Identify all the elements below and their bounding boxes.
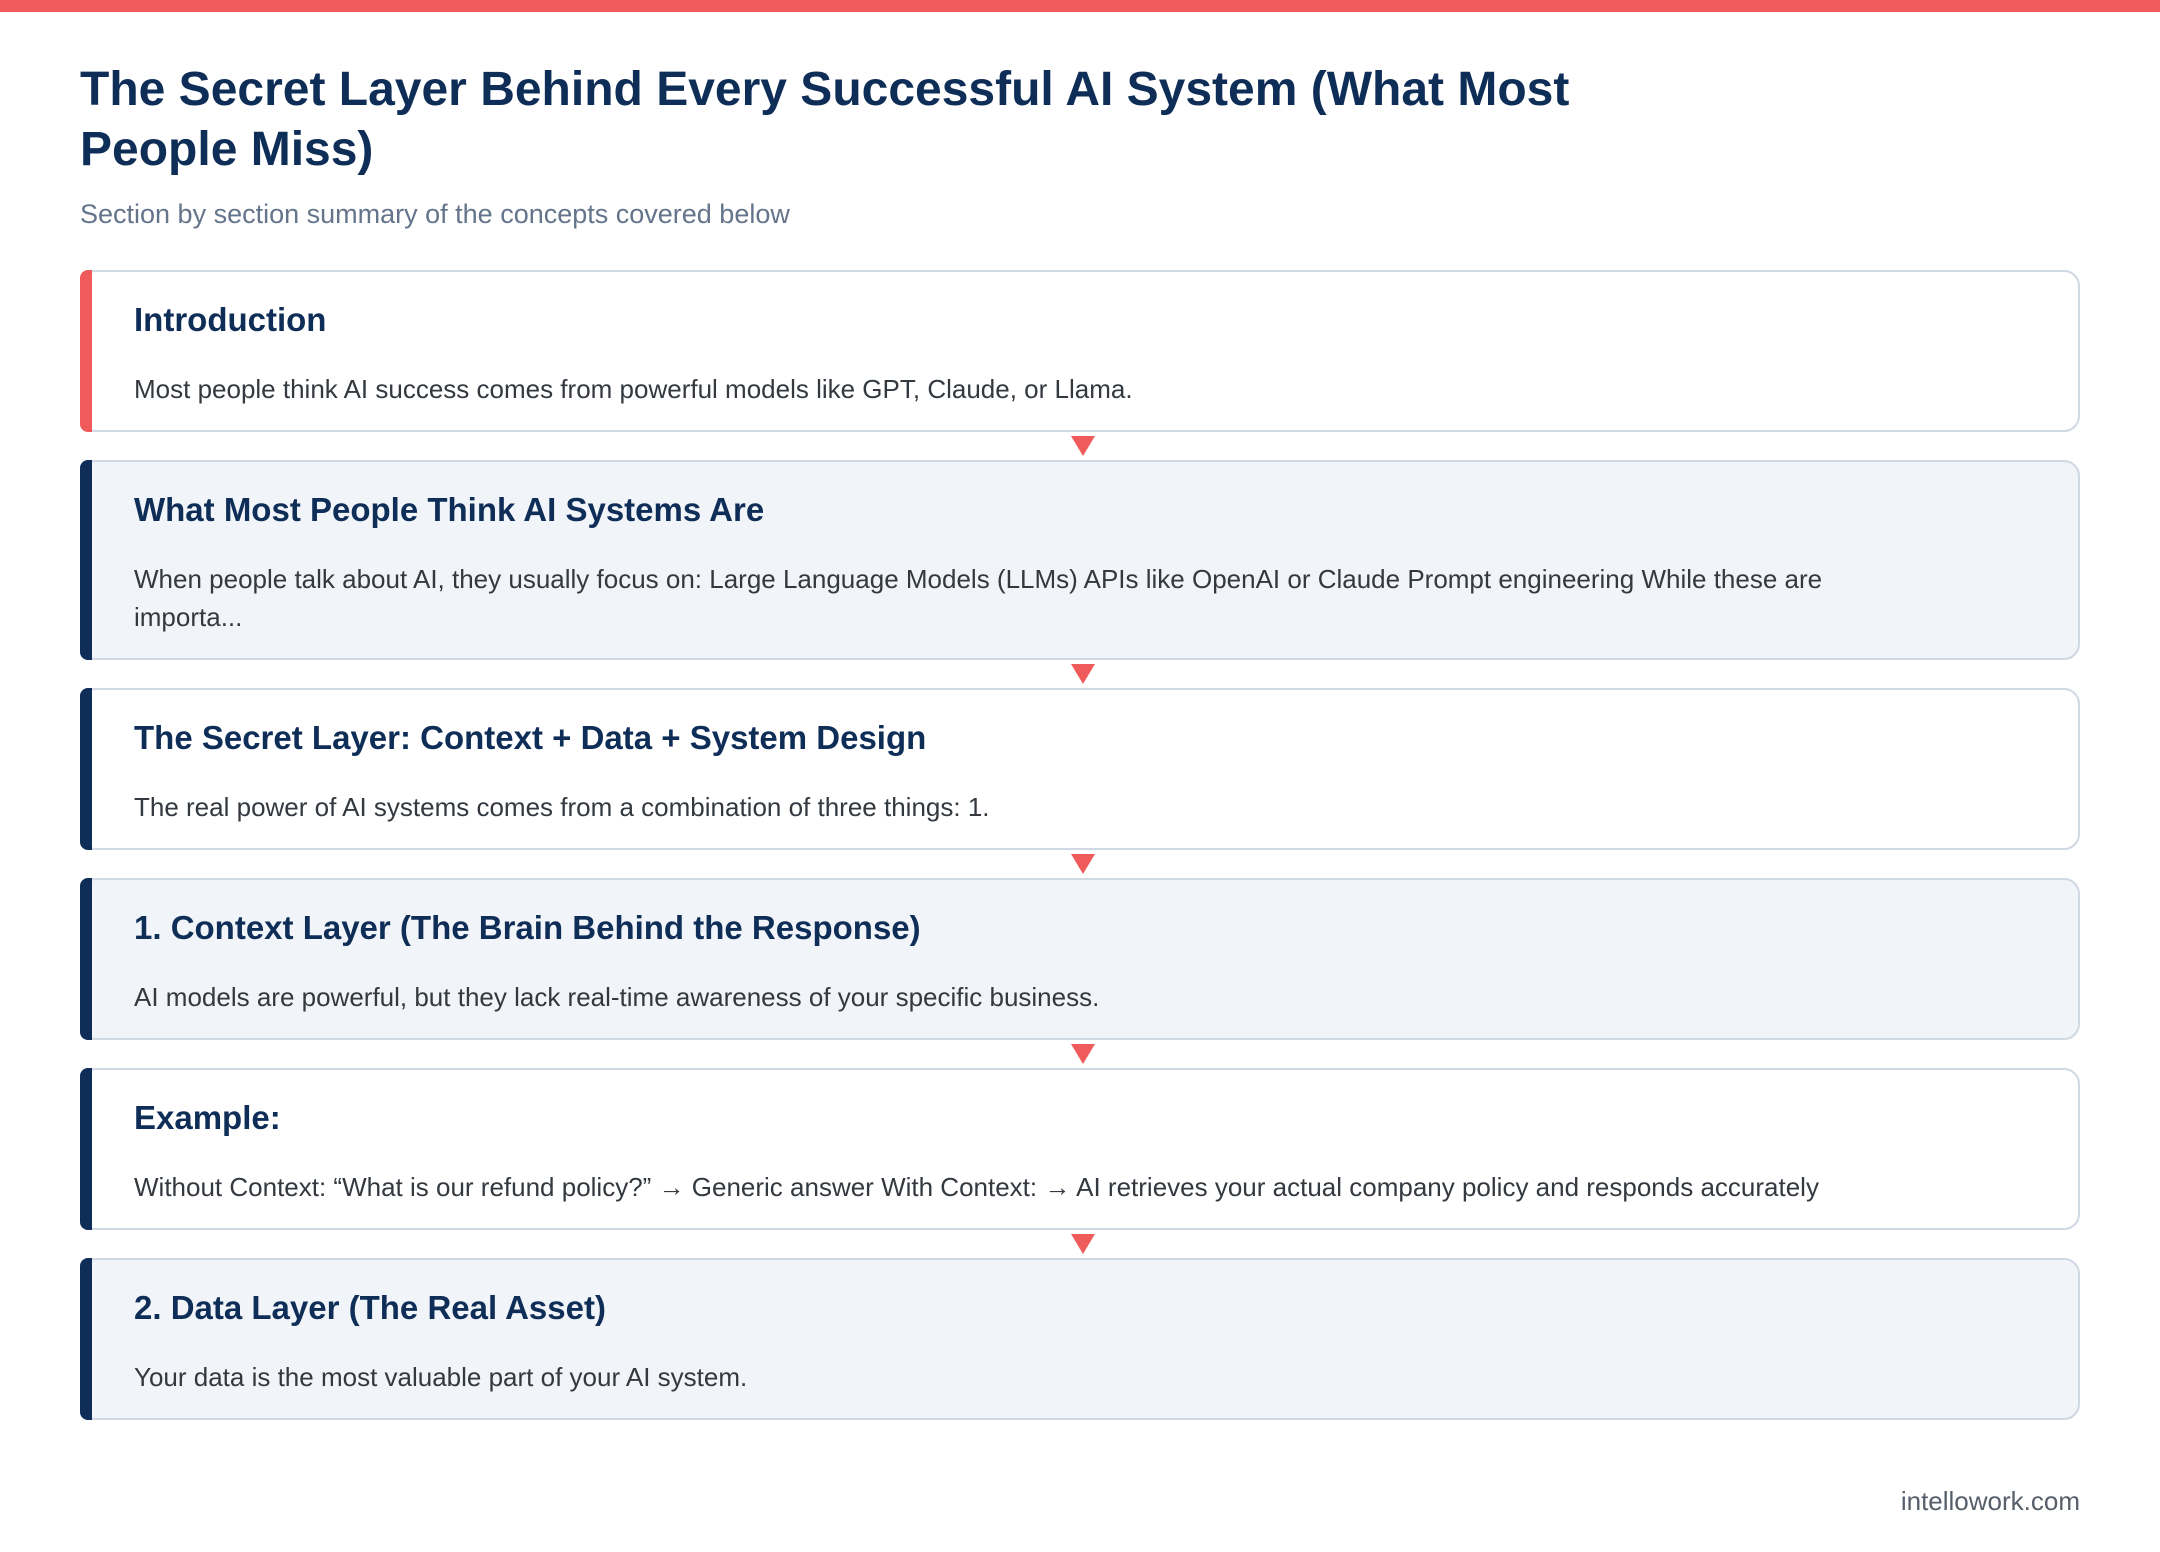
footer-site-link[interactable]: intellowork.com	[1901, 1486, 2080, 1517]
flow-connector	[80, 432, 2080, 460]
page: The Secret Layer Behind Every Successful…	[80, 60, 2080, 1420]
section-title: 2. Data Layer (The Real Asset)	[134, 1289, 606, 1326]
section-summary: AI models are powerful, but they lack re…	[134, 982, 1100, 1012]
section-card-data-layer: 2. Data Layer (The Real Asset) Your data…	[80, 1258, 2080, 1420]
section-summary: Without Context: “What is our refund pol…	[134, 1172, 1819, 1202]
section-title: Introduction	[134, 301, 327, 338]
page-title: The Secret Layer Behind Every Successful…	[80, 63, 1570, 176]
section-summary: The real power of AI systems comes from …	[134, 792, 990, 822]
section-summary: When people talk about AI, they usually …	[134, 564, 1823, 632]
flow-connector	[80, 660, 2080, 688]
section-card-secret-layer: The Secret Layer: Context + Data + Syste…	[80, 688, 2080, 850]
section-list: Introduction Most people think AI succes…	[80, 270, 2080, 1420]
section-summary: Most people think AI success comes from …	[134, 374, 1133, 404]
page-subtitle: Section by section summary of the concep…	[80, 199, 790, 229]
arrow-down-icon	[1071, 1234, 1095, 1254]
top-accent-bar	[0, 0, 2160, 12]
flow-connector	[80, 1040, 2080, 1068]
section-title: Example:	[134, 1099, 281, 1136]
section-title: 1. Context Layer (The Brain Behind the R…	[134, 909, 921, 946]
section-card-what-people-think: What Most People Think AI Systems Are Wh…	[80, 460, 2080, 660]
flow-connector	[80, 850, 2080, 878]
arrow-down-icon	[1071, 436, 1095, 456]
arrow-down-icon	[1071, 1044, 1095, 1064]
arrow-down-icon	[1071, 854, 1095, 874]
section-title: What Most People Think AI Systems Are	[134, 491, 765, 528]
section-title: The Secret Layer: Context + Data + Syste…	[134, 719, 927, 756]
flow-connector	[80, 1230, 2080, 1258]
section-card-example: Example: Without Context: “What is our r…	[80, 1068, 2080, 1230]
section-card-introduction: Introduction Most people think AI succes…	[80, 270, 2080, 432]
arrow-down-icon	[1071, 664, 1095, 684]
section-card-context-layer: 1. Context Layer (The Brain Behind the R…	[80, 878, 2080, 1040]
section-summary: Your data is the most valuable part of y…	[134, 1362, 748, 1392]
